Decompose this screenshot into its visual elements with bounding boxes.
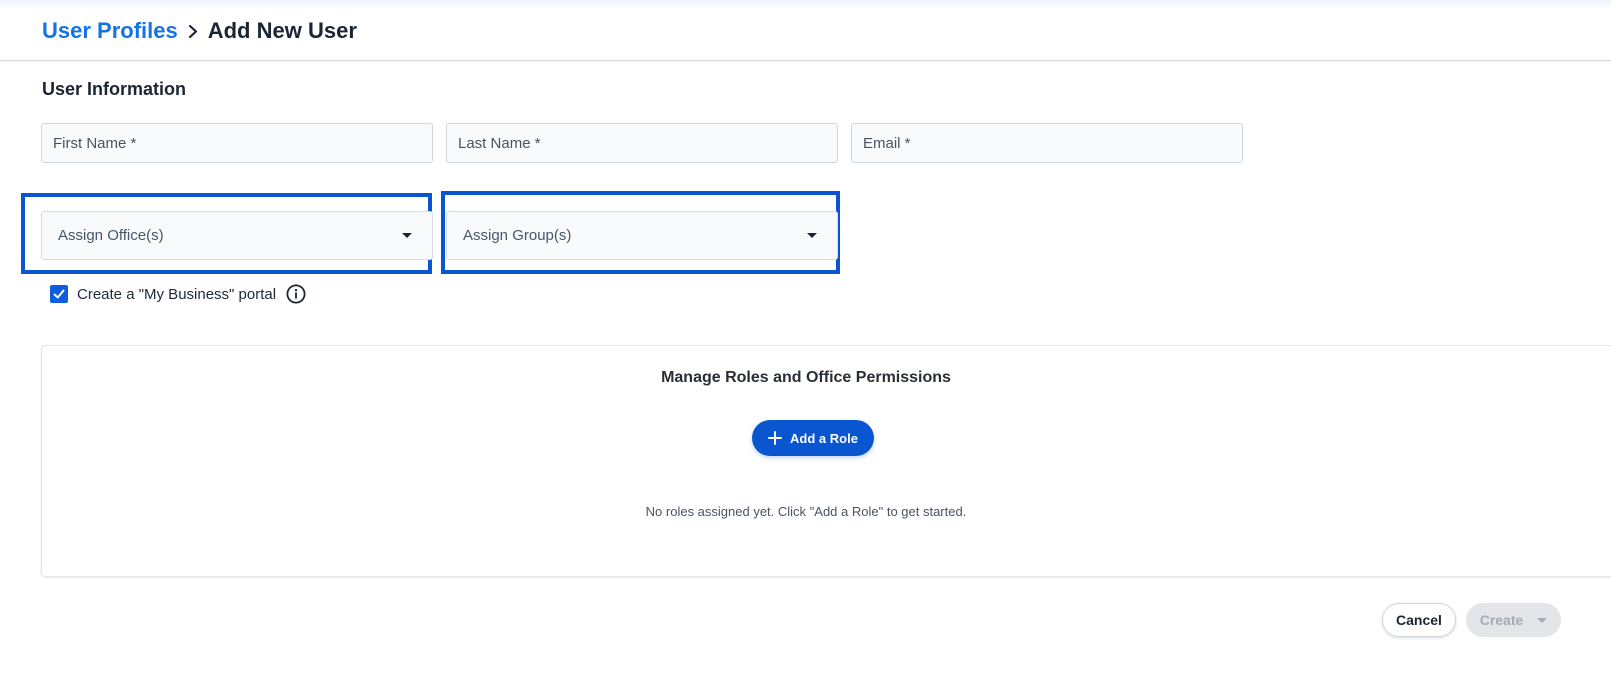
user-information-heading: User Information xyxy=(42,79,187,99)
page-title: Add New User xyxy=(207,18,357,43)
my-business-portal-label: Create a "My Business" portal xyxy=(77,285,277,303)
add-new-user-page: User Profiles Add New User User Informat… xyxy=(0,0,1611,676)
assign-offices-select[interactable]: Assign Office(s) xyxy=(41,211,433,260)
info-icon[interactable] xyxy=(286,284,306,304)
roles-permissions-card: Manage Roles and Office Permissions Add … xyxy=(41,345,1611,577)
user-form: User Information Assign Office(s) Assign… xyxy=(0,62,1611,676)
roles-empty-message: No roles assigned yet. Click "Add a Role… xyxy=(645,504,967,519)
assign-groups-select[interactable]: Assign Group(s) xyxy=(446,211,838,260)
breadcrumb-user-profiles-link[interactable]: User Profiles xyxy=(42,18,178,44)
create-label: Create xyxy=(1479,612,1524,628)
caret-down-icon xyxy=(807,233,817,238)
cancel-button[interactable]: Cancel xyxy=(1382,603,1456,637)
chevron-right-icon xyxy=(188,24,197,39)
email-input[interactable] xyxy=(851,123,1243,163)
portal-checkbox-row: Create a "My Business" portal xyxy=(50,284,306,304)
assign-groups-label: Assign Group(s) xyxy=(463,227,572,244)
add-role-button[interactable]: Add a Role xyxy=(752,420,874,456)
caret-down-icon xyxy=(402,233,412,238)
plus-icon xyxy=(768,431,783,445)
roles-permissions-heading: Manage Roles and Office Permissions xyxy=(661,369,951,386)
caret-down-icon xyxy=(1537,617,1548,623)
breadcrumb: User Profiles Add New User xyxy=(42,18,357,44)
create-button[interactable]: Create xyxy=(1466,603,1561,637)
add-role-label: Add a Role xyxy=(790,430,858,446)
my-business-portal-checkbox[interactable] xyxy=(50,285,68,303)
first-name-input[interactable] xyxy=(41,123,433,163)
check-icon xyxy=(53,289,65,299)
assign-offices-label: Assign Office(s) xyxy=(58,227,164,244)
last-name-input[interactable] xyxy=(446,123,838,163)
page-header: User Profiles Add New User xyxy=(0,0,1611,61)
